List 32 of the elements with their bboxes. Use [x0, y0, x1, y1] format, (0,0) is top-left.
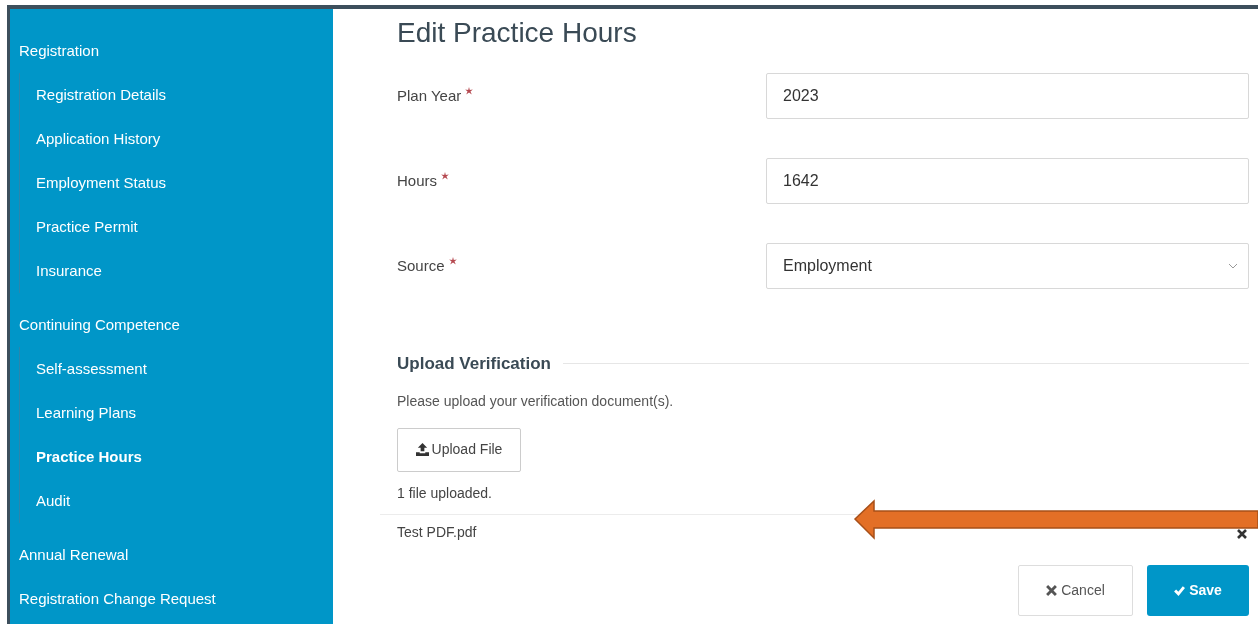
field-label: Source [397, 255, 445, 276]
sidebar-section-link[interactable]: Registration Change Request [10, 577, 333, 621]
upload-file-button[interactable]: Upload File [397, 427, 521, 472]
sidebar-item[interactable]: Practice Permit [20, 205, 333, 249]
page-title: Edit Practice Hours [397, 16, 638, 50]
input-field[interactable]: 1642 [766, 158, 1249, 204]
sidebar-section-link[interactable]: Annual Renewal [10, 533, 333, 577]
section-heading: Upload Verification [397, 353, 551, 375]
file-name: Test PDF.pdf [397, 522, 477, 542]
sidebar-item[interactable]: Practice Hours [20, 435, 333, 479]
chevron-down-icon [1228, 263, 1238, 269]
sidebar-item[interactable]: Self-assessment [20, 347, 333, 391]
instruction-text: Please upload your verification document(s). [397, 391, 675, 411]
sidebar-item[interactable]: Audit [20, 479, 333, 523]
sidebar-section-link[interactable]: Registration [10, 29, 333, 73]
upload-status-text: 1 file uploaded. [397, 483, 493, 503]
save-button[interactable]: Save [1147, 564, 1249, 616]
sidebar-item[interactable]: Employment Status [20, 161, 333, 205]
checkmark-icon [1174, 584, 1186, 596]
source-dropdown[interactable]: Employment [766, 243, 1249, 289]
close-icon [1046, 584, 1058, 596]
sidebar-item[interactable]: Learning Plans [20, 391, 333, 435]
field-label: Hours [397, 170, 437, 191]
field-label: Plan Year [397, 85, 462, 106]
remove-icon[interactable] [1237, 529, 1247, 539]
upload-icon [415, 443, 429, 456]
cancel-button[interactable]: Cancel [1018, 564, 1133, 616]
input-field[interactable]: 2023 [766, 73, 1249, 119]
sidebar-item[interactable]: Registration Details [20, 73, 333, 117]
sidebar-item[interactable]: Application History [20, 117, 333, 161]
sidebar-section-link[interactable]: Continuing Competence [10, 303, 333, 347]
sidebar-item[interactable]: Insurance [20, 249, 333, 293]
